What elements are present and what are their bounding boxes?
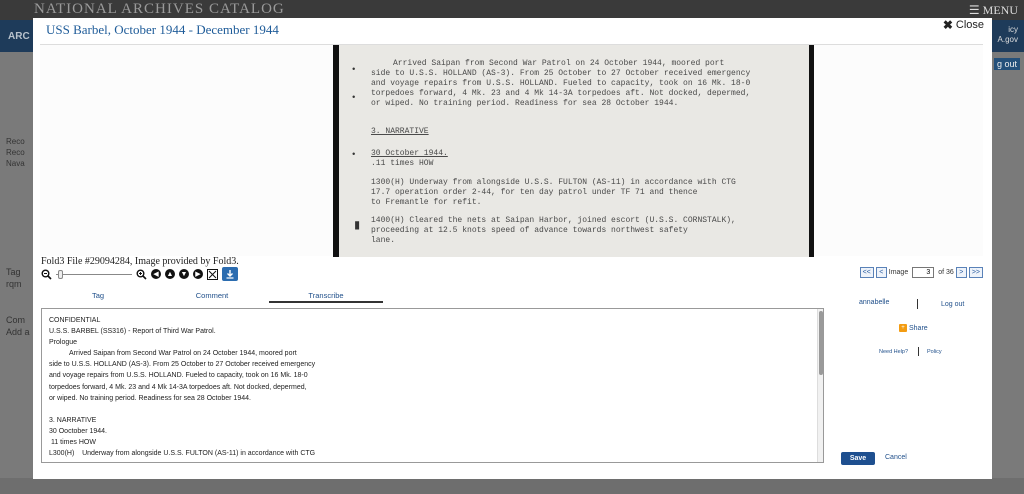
page-total: of 36 <box>938 269 954 276</box>
close-icon: ✖ <box>942 18 953 32</box>
document-edge-right <box>809 45 814 257</box>
transcript-line: 30 Ooctober 1944. <box>49 427 107 435</box>
share-button[interactable]: + Share <box>899 324 928 332</box>
menu-button[interactable]: ☰ MENU <box>969 3 1018 18</box>
last-page-button[interactable]: >> <box>968 267 983 278</box>
transcript-line: CONFIDENTIAL <box>49 317 101 324</box>
zoom-slider-track <box>56 273 132 275</box>
doc-line: Arrived Saipan from Second War Patrol on… <box>393 59 725 68</box>
save-button[interactable]: Save <box>841 452 875 465</box>
transcript-line: side to U.S.S. HOLLAND (AS-3). From 25 O… <box>49 361 316 369</box>
first-page-button[interactable]: << <box>859 267 874 278</box>
zoom-slider[interactable] <box>56 269 132 280</box>
document-edge-left <box>333 45 339 257</box>
transcript-line: and voyage repairs from U.S.S. HOLLAND. … <box>49 372 308 380</box>
share-icon: + <box>899 324 907 332</box>
transcription-textarea[interactable]: CONFIDENTIAL U.S.S. BARBEL (SS316) - Rep… <box>41 308 824 463</box>
background-right-text: icy A.gov <box>997 25 1018 44</box>
need-help-link[interactable]: Need Help? <box>879 349 908 355</box>
pager-label: Image <box>888 269 909 276</box>
punch-mark: • <box>351 93 357 103</box>
doc-line: lane. <box>371 236 396 245</box>
image-toolbar: ◀ ▲ ▼ ▶ <box>41 267 238 281</box>
doc-line: .11 times HOW <box>371 159 434 168</box>
background-arc-label: ARC <box>8 31 30 42</box>
transcript-line <box>49 404 816 415</box>
zoom-in-icon[interactable] <box>136 269 147 280</box>
transcript-line: U.S.S. BARBEL (SS316) - Report of Third … <box>49 328 216 336</box>
punch-mark: • <box>351 150 357 160</box>
zoom-out-icon[interactable] <box>41 269 52 280</box>
doc-line: torpedoes forward, 4 Mk. 23 and 4 Mk 14-… <box>371 89 751 98</box>
modal-title: USS Barbel, October 1944 - December 1944 <box>46 22 279 37</box>
doc-line: and voyage repairs from U.S.S. HOLLAND. … <box>371 79 751 88</box>
image-pager: << < Image of 36 > >> <box>859 267 983 278</box>
transcript-line: Prologue <box>49 339 78 347</box>
background-logout: g out <box>993 58 1020 70</box>
transcript-line: or wiped. No training period. Readiness … <box>49 394 251 402</box>
image-credit: Fold3 File #29094284, Image provided by … <box>41 256 239 267</box>
transcript-line: Arrived Saipan from Second War Patrol on… <box>69 350 297 358</box>
pan-left-icon[interactable]: ◀ <box>151 269 161 279</box>
prev-page-button[interactable]: < <box>875 267 887 278</box>
logout-link[interactable]: Log out <box>941 301 964 308</box>
transcript-scrollbar[interactable] <box>817 309 823 462</box>
doc-line: 30 October 1944. <box>371 149 448 158</box>
transcribe-modal: USS Barbel, October 1944 - December 1944… <box>33 18 992 479</box>
doc-line: 3. NARRATIVE <box>371 127 429 136</box>
doc-line: or wiped. No training period. Readiness … <box>371 99 679 108</box>
close-label: Close <box>955 19 984 31</box>
zoom-slider-thumb[interactable] <box>58 269 63 279</box>
separator <box>917 299 918 309</box>
share-label: Share <box>909 324 928 332</box>
transcript-scroll-thumb[interactable] <box>819 311 823 375</box>
punch-mark: • <box>351 65 357 75</box>
background-bottom-strip <box>0 478 1024 494</box>
background-side-lower: Tag rqm Com Add a <box>6 267 30 337</box>
transcript-line: L300(H) Underway from alongside U.S.S. F… <box>49 450 316 458</box>
tab-tag[interactable]: Tag <box>41 291 155 303</box>
doc-line: 1400(H) Cleared the nets at Saipan Harbo… <box>371 216 736 225</box>
pan-down-icon[interactable]: ▼ <box>179 269 189 279</box>
policy-link[interactable]: Policy <box>927 349 942 355</box>
transcript-line: torpedoes forward, 4 Mk. 23 and 4 Mk 14-… <box>49 383 307 391</box>
transcript-line: 11 times HOW <box>49 439 96 447</box>
document-image[interactable]: Arrived Saipan from Second War Patrol on… <box>333 45 814 257</box>
tab-comment[interactable]: Comment <box>155 291 269 303</box>
page-number-input[interactable] <box>912 267 935 278</box>
separator <box>918 347 919 356</box>
site-logo: NATIONAL ARCHIVES CATALOG <box>34 1 285 17</box>
pan-up-icon[interactable]: ▲ <box>165 269 175 279</box>
tab-bar: Tag Comment Transcribe <box>41 291 383 303</box>
doc-line: side to U.S.S. HOLLAND (AS-3). From 25 O… <box>371 69 751 78</box>
punch-mark: ▮ <box>353 218 362 234</box>
close-button[interactable]: ✖ Close <box>943 18 984 32</box>
cancel-button[interactable]: Cancel <box>885 454 907 461</box>
next-page-button[interactable]: > <box>955 267 967 278</box>
pan-right-icon[interactable]: ▶ <box>193 269 203 279</box>
background-side-text: Reco Reco Nava <box>6 137 25 168</box>
doc-line: to Fremantle for refit. <box>371 198 482 207</box>
background-header: NATIONAL ARCHIVES CATALOG ☰ MENU <box>0 0 1024 20</box>
doc-line: 1300(H) Underway from alongside U.S.S. F… <box>371 178 736 187</box>
doc-line: 17.7 operation order 2-44, for ten day p… <box>371 188 698 197</box>
transcript-line: 3. NARRATIVE <box>49 416 97 424</box>
image-viewer[interactable]: Arrived Saipan from Second War Patrol on… <box>40 44 983 257</box>
fullscreen-icon[interactable] <box>207 268 218 280</box>
download-icon[interactable] <box>222 267 238 281</box>
doc-line: proceeding at 12.5 knots speed of advanc… <box>371 226 688 235</box>
tab-transcribe[interactable]: Transcribe <box>269 291 383 303</box>
username-link[interactable]: annabelle <box>859 299 889 306</box>
